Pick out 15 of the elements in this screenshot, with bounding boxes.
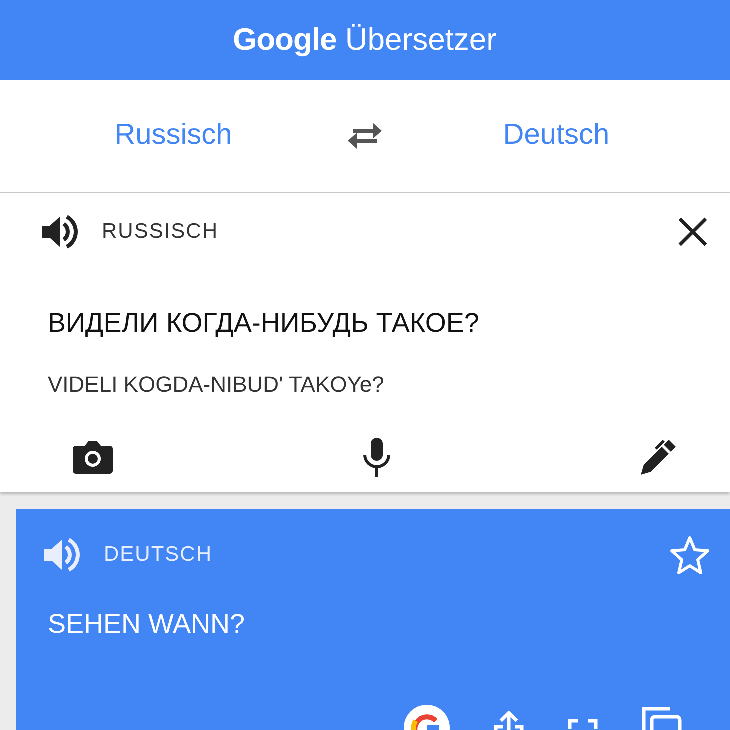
app-title: Google Übersetzer bbox=[232, 20, 497, 59]
transliteration-text: VIDELI KOGDA-NIBUD' TAKOYe? bbox=[48, 372, 384, 396]
camera-icon[interactable] bbox=[72, 438, 114, 474]
source-text: ВИДЕЛИ КОГДА-НИБУДЬ ТАКОЕ? bbox=[48, 308, 480, 338]
pen-icon[interactable] bbox=[640, 438, 678, 476]
star-icon[interactable] bbox=[670, 536, 710, 574]
source-language-label: RUSSISCH bbox=[102, 219, 220, 246]
translated-text: SEHEN WANN? bbox=[48, 609, 246, 639]
microphone-icon[interactable] bbox=[362, 436, 392, 476]
target-language-button[interactable]: Deutsch bbox=[503, 114, 610, 158]
speaker-icon[interactable] bbox=[40, 214, 78, 250]
target-language-label: DEUTSCH bbox=[104, 542, 214, 568]
close-icon[interactable] bbox=[678, 217, 708, 247]
swap-icon[interactable] bbox=[347, 121, 383, 151]
source-language-button[interactable]: Russisch bbox=[114, 114, 232, 158]
